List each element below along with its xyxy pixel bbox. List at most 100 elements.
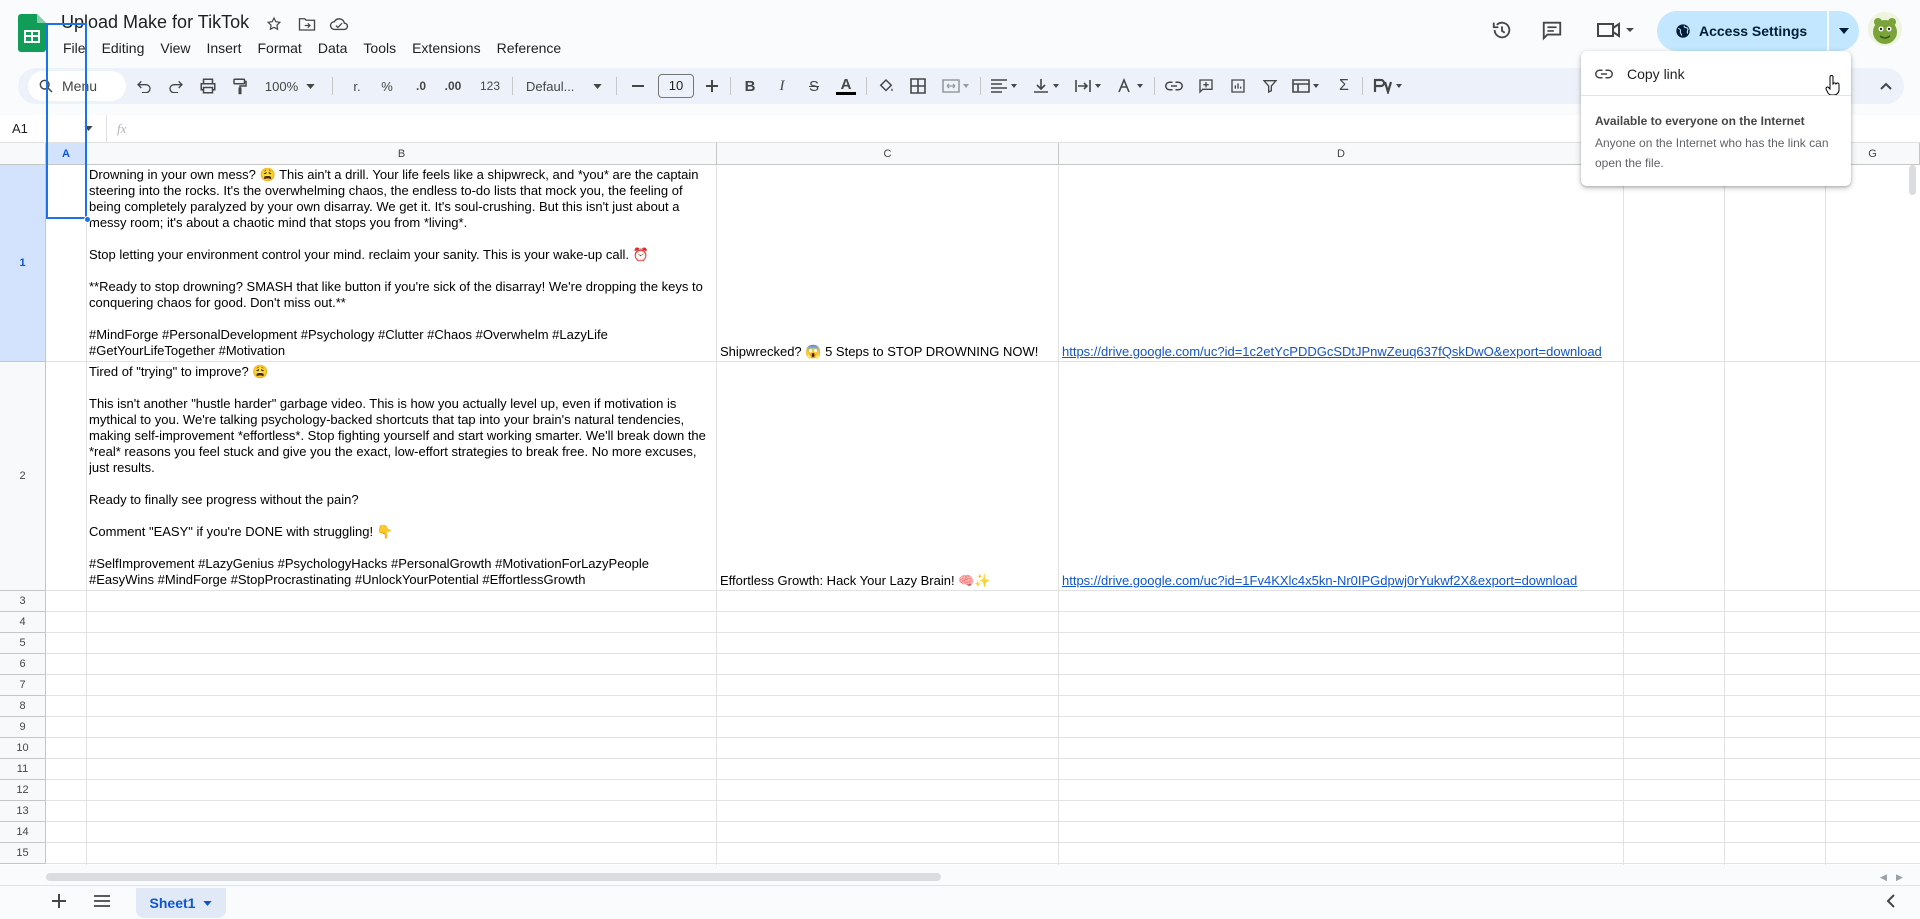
toolbar-divider <box>730 77 731 95</box>
document-title[interactable]: Upload Make for TikTok <box>61 12 249 33</box>
redo-icon[interactable] <box>162 68 190 104</box>
row-header-14[interactable]: 14 <box>0 822 46 843</box>
menu-data[interactable]: Data <box>310 37 356 59</box>
text-color-button[interactable]: A <box>832 68 860 104</box>
cloud-saved-icon[interactable] <box>329 14 349 34</box>
meet-call-icon[interactable] <box>1592 12 1638 48</box>
increase-font-size-icon[interactable] <box>698 68 726 104</box>
filter-icon[interactable] <box>1256 68 1284 104</box>
row-header-4[interactable]: 4 <box>0 612 46 633</box>
text-rotation-icon[interactable] <box>1110 68 1150 104</box>
add-sheet-icon[interactable] <box>52 894 66 908</box>
column-header-d[interactable]: D <box>1059 143 1624 165</box>
menu-extensions[interactable]: Extensions <box>404 37 488 59</box>
row-header-10[interactable]: 10 <box>0 738 46 759</box>
copy-link-label: Copy link <box>1627 66 1685 82</box>
scroll-left-icon[interactable]: ◀ <box>1880 872 1887 883</box>
menu-editing[interactable]: Editing <box>94 37 153 59</box>
borders-icon[interactable] <box>904 68 932 104</box>
menu-reference[interactable]: Reference <box>489 37 570 59</box>
row-header-1[interactable]: 1 <box>0 165 46 362</box>
cell-b2[interactable]: Tired of "trying" to improve? 😩 This isn… <box>89 364 714 589</box>
access-settings-button[interactable]: Access Settings <box>1657 11 1827 51</box>
row-header-7[interactable]: 7 <box>0 675 46 696</box>
select-all-corner[interactable] <box>0 143 46 165</box>
vertical-align-icon[interactable] <box>1026 68 1066 104</box>
fill-handle[interactable] <box>84 216 91 223</box>
currency-format-button[interactable]: r. <box>344 68 370 104</box>
grid-line <box>46 674 1920 675</box>
decrease-font-size-icon[interactable] <box>624 68 652 104</box>
bold-button[interactable]: B <box>736 68 764 104</box>
increase-decimal-label: .00 <box>444 79 462 93</box>
insert-link-icon[interactable] <box>1160 68 1188 104</box>
row-header-11[interactable]: 11 <box>0 759 46 780</box>
cell-c1[interactable]: Shipwrecked? 😱 5 Steps to STOP DROWNING … <box>720 344 1056 360</box>
menu-tools[interactable]: Tools <box>355 37 404 59</box>
scroll-right-icon[interactable]: ▶ <box>1896 872 1903 883</box>
font-family-select[interactable]: Defaul... <box>518 68 610 104</box>
more-formats-button[interactable]: 123 <box>474 68 506 104</box>
collapse-menu-icon[interactable] <box>1872 68 1900 104</box>
font-size-input[interactable]: 10 <box>658 74 694 98</box>
cell-c2[interactable]: Effortless Growth: Hack Your Lazy Brain!… <box>720 573 1056 589</box>
row-header-6[interactable]: 6 <box>0 654 46 675</box>
explore-collapse-icon[interactable] <box>1886 894 1896 908</box>
increase-decimal-button[interactable]: .00 <box>436 68 470 104</box>
strikethrough-button[interactable]: S <box>800 68 828 104</box>
row-header-15[interactable]: 15 <box>0 843 46 864</box>
toolbar-divider <box>616 77 617 95</box>
filter-views-icon[interactable] <box>1286 68 1326 104</box>
user-avatar[interactable] <box>1868 12 1902 46</box>
all-sheets-icon[interactable] <box>94 895 110 907</box>
paint-format-icon[interactable] <box>226 68 254 104</box>
menu-insert[interactable]: Insert <box>198 37 249 59</box>
fill-color-icon[interactable] <box>872 68 900 104</box>
horizontal-align-icon[interactable] <box>984 68 1024 104</box>
row-header-9[interactable]: 9 <box>0 717 46 738</box>
copy-link-menu-item[interactable]: Copy link <box>1581 57 1851 91</box>
menu-format[interactable]: Format <box>249 37 309 59</box>
move-folder-icon[interactable] <box>297 14 317 34</box>
row-header-13[interactable]: 13 <box>0 801 46 822</box>
text-wrapping-icon[interactable] <box>1068 68 1108 104</box>
star-icon[interactable] <box>264 14 284 34</box>
italic-button[interactable]: I <box>768 68 796 104</box>
grid-line <box>46 590 1920 591</box>
sheet-tab-label: Sheet1 <box>149 895 196 911</box>
access-settings-dropdown[interactable] <box>1829 11 1859 51</box>
row-header-3[interactable]: 3 <box>0 591 46 612</box>
column-header-c[interactable]: C <box>717 143 1059 165</box>
row-header-2[interactable]: 2 <box>0 362 46 591</box>
grid-line <box>1058 165 1059 865</box>
row-header-5[interactable]: 5 <box>0 633 46 654</box>
percent-format-button[interactable]: % <box>374 68 400 104</box>
decrease-decimal-button[interactable]: .0 <box>406 68 436 104</box>
row-header-8[interactable]: 8 <box>0 696 46 717</box>
cell-b1[interactable]: Drowning in your own mess? 😩 This ain't … <box>89 167 714 360</box>
functions-button[interactable]: Σ <box>1330 68 1358 104</box>
column-header-b[interactable]: B <box>87 143 717 165</box>
hand-cursor-icon <box>1825 75 1841 95</box>
insert-comment-icon[interactable] <box>1192 68 1220 104</box>
horizontal-scrollbar[interactable] <box>46 873 941 881</box>
cell-a2[interactable] <box>47 363 86 590</box>
menu-view[interactable]: View <box>152 37 198 59</box>
grid-line <box>46 800 1920 801</box>
comments-icon[interactable] <box>1534 12 1570 48</box>
zoom-select[interactable]: 100% <box>260 68 320 104</box>
undo-icon[interactable] <box>130 68 158 104</box>
toolbar-divider <box>512 77 513 95</box>
insert-chart-icon[interactable] <box>1224 68 1252 104</box>
print-icon[interactable] <box>194 68 222 104</box>
cell-d2-link[interactable]: https://drive.google.com/uc?id=1Fv4KXlc4… <box>1062 573 1622 589</box>
sheet-tab-sheet1[interactable]: Sheet1 <box>136 888 226 918</box>
version-history-icon[interactable] <box>1484 12 1520 48</box>
input-tools-icon[interactable] <box>1368 68 1408 104</box>
cell-d1-link[interactable]: https://drive.google.com/uc?id=1c2etYcPD… <box>1062 344 1622 360</box>
grid-line <box>1825 165 1826 865</box>
vertical-scrollbar[interactable] <box>1909 165 1916 195</box>
row-header-12[interactable]: 12 <box>0 780 46 801</box>
merge-cells-icon[interactable] <box>936 68 976 104</box>
selected-cell-a1[interactable] <box>46 23 87 219</box>
